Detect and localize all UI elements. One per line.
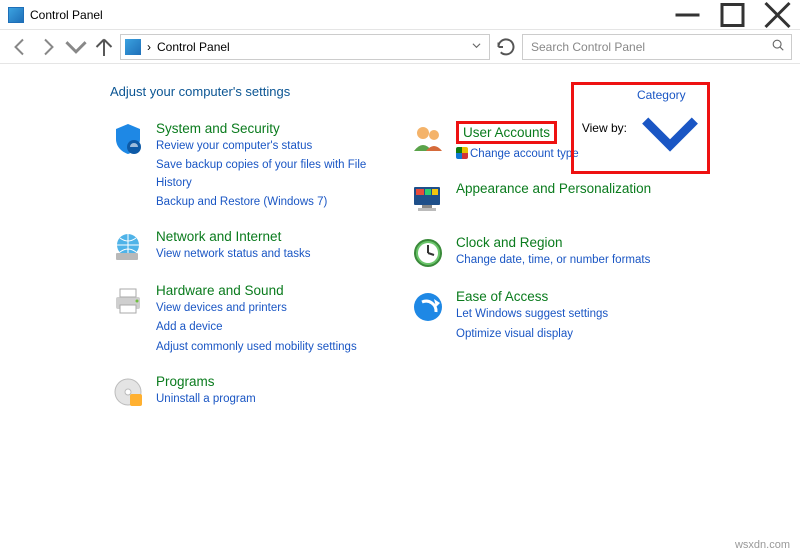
category-appearance: Appearance and Personalization [410, 181, 690, 217]
category-title[interactable]: User Accounts [456, 121, 557, 144]
up-button[interactable] [92, 35, 116, 59]
address-dropdown-icon[interactable] [468, 41, 485, 53]
category-link[interactable]: Review your computer's status [156, 138, 390, 155]
category-title[interactable]: Hardware and Sound [156, 283, 357, 298]
view-by-label: View by: [582, 121, 627, 135]
search-icon[interactable] [771, 38, 785, 55]
category-link-text: Change account type [470, 148, 579, 160]
disc-icon [110, 374, 146, 410]
category-system-security: System and Security Review your computer… [110, 121, 390, 211]
view-by-control[interactable]: View by: Category [571, 82, 710, 174]
category-link[interactable]: Add a device [156, 319, 357, 336]
category-title[interactable]: System and Security [156, 121, 390, 136]
forward-button[interactable] [36, 35, 60, 59]
category-link[interactable]: Backup and Restore (Windows 7) [156, 194, 390, 211]
navbar: › Control Panel [0, 30, 800, 64]
ease-of-access-icon [410, 289, 446, 325]
view-by-value-text: Category [637, 88, 686, 102]
users-icon [410, 121, 446, 157]
category-link[interactable]: Change account type [456, 146, 579, 163]
category-link[interactable]: View network status and tasks [156, 246, 310, 263]
minimize-button[interactable] [665, 0, 710, 30]
address-bar[interactable]: › Control Panel [120, 34, 490, 60]
search-input[interactable] [529, 39, 771, 55]
category-hardware: Hardware and Sound View devices and prin… [110, 283, 390, 356]
category-title[interactable]: Programs [156, 374, 256, 389]
category-link[interactable]: Adjust commonly used mobility settings [156, 339, 357, 356]
address-separator: › [147, 40, 151, 54]
uac-shield-icon [456, 147, 468, 159]
address-icon [125, 39, 141, 55]
category-title[interactable]: Clock and Region [456, 235, 650, 250]
category-title[interactable]: Appearance and Personalization [456, 181, 651, 196]
monitor-icon [410, 181, 446, 217]
search-bar[interactable] [522, 34, 792, 60]
address-text: Control Panel [157, 40, 230, 54]
window-title: Control Panel [30, 8, 665, 22]
titlebar: Control Panel [0, 0, 800, 30]
category-title[interactable]: Network and Internet [156, 229, 310, 244]
recent-dropdown[interactable] [64, 35, 88, 59]
category-network: Network and Internet View network status… [110, 229, 390, 265]
refresh-button[interactable] [494, 35, 518, 59]
category-link[interactable]: Optimize visual display [456, 326, 608, 343]
category-link[interactable]: Let Windows suggest settings [456, 306, 608, 323]
printer-icon [110, 283, 146, 319]
shield-icon [110, 121, 146, 157]
category-clock-region: Clock and Region Change date, time, or n… [410, 235, 690, 271]
category-title[interactable]: Ease of Access [456, 289, 608, 304]
globe-icon [110, 229, 146, 265]
category-ease-of-access: Ease of Access Let Windows suggest setti… [410, 289, 690, 343]
close-button[interactable] [755, 0, 800, 30]
view-by-value[interactable]: Category [637, 88, 699, 168]
category-link[interactable]: Uninstall a program [156, 391, 256, 408]
maximize-button[interactable] [710, 0, 755, 30]
category-link[interactable]: View devices and printers [156, 300, 357, 317]
app-icon [8, 7, 24, 23]
content-area: Adjust your computer's settings View by:… [0, 64, 800, 438]
category-link[interactable]: Change date, time, or number formats [456, 252, 650, 269]
category-link[interactable]: Save backup copies of your files with Fi… [156, 157, 390, 192]
clock-icon [410, 235, 446, 271]
category-column-left: System and Security Review your computer… [110, 121, 390, 428]
watermark: wsxdn.com [735, 539, 790, 551]
back-button[interactable] [8, 35, 32, 59]
category-programs: Programs Uninstall a program [110, 374, 390, 410]
